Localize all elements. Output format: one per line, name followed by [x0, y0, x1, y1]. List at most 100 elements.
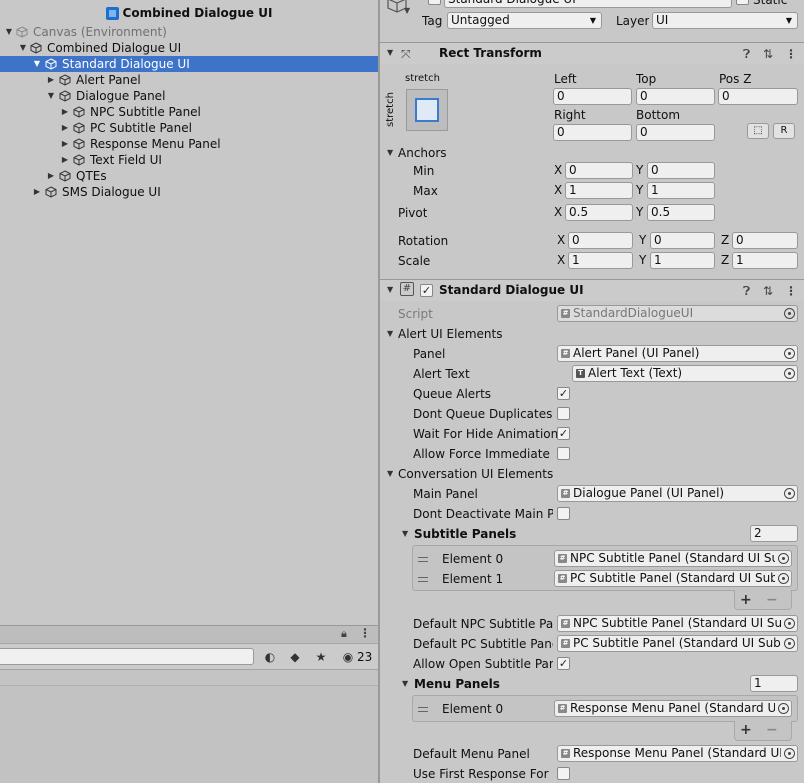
blueprint-mode-button[interactable]: ⬚ [747, 123, 769, 139]
collapse-arrow-icon[interactable]: ▶ [60, 136, 70, 152]
foldout-arrow-icon[interactable]: ▼ [387, 144, 393, 162]
dont-deactivate-main-panel-checkbox[interactable] [557, 507, 570, 520]
collapse-arrow-icon[interactable]: ▶ [46, 72, 56, 88]
help-icon[interactable]: ❓︎ [743, 46, 750, 62]
anchor-presets-button[interactable] [406, 89, 448, 131]
top-field[interactable]: 0 [636, 88, 715, 105]
expand-arrow-icon[interactable]: ▼ [46, 88, 56, 104]
layer-dropdown[interactable]: UI ▼ [652, 12, 798, 29]
allow-force-immediate-checkbox[interactable] [557, 447, 570, 460]
rect-transform-header[interactable]: ▼ ⤧ Rect Transform ❓︎ ⇅ ⋮ [380, 42, 804, 64]
tag-dropdown[interactable]: Untagged ▼ [447, 12, 602, 29]
tree-item-dialogue-panel[interactable]: ▼ Dialogue Panel [0, 88, 378, 104]
tree-item-text-field-ui[interactable]: ▶ Text Field UI [0, 152, 378, 168]
tree-item-standard-dialogue-ui[interactable]: ▼ Standard Dialogue UI [0, 56, 378, 72]
alert-panel-field[interactable]: # Alert Panel (UI Panel) [557, 345, 798, 362]
tree-item-canvas[interactable]: ▼ Canvas (Environment) [0, 24, 378, 40]
object-picker-icon[interactable] [784, 348, 795, 359]
collapse-arrow-icon[interactable]: ▶ [32, 184, 42, 200]
foldout-arrow-icon[interactable]: ▼ [402, 525, 408, 543]
foldout-arrow-icon[interactable]: ▼ [402, 675, 408, 693]
tree-item-npc-subtitle-panel[interactable]: ▶ NPC Subtitle Panel [0, 104, 378, 120]
hidden-eye-icon[interactable]: ◉ [340, 649, 356, 665]
static-checkbox[interactable] [736, 0, 749, 5]
presets-icon[interactable]: ⇅ [763, 283, 773, 299]
project-search-input[interactable] [0, 648, 254, 665]
foldout-arrow-icon[interactable]: ▼ [387, 44, 393, 62]
right-field[interactable]: 0 [553, 124, 632, 141]
object-picker-icon[interactable] [778, 573, 789, 584]
object-picker-icon[interactable] [778, 703, 789, 714]
kebab-menu-icon[interactable]: ⋮ [359, 626, 371, 640]
search-by-type-icon[interactable]: ◐ [262, 649, 278, 665]
collapse-arrow-icon[interactable]: ▶ [46, 168, 56, 184]
expand-arrow-icon[interactable]: ▼ [4, 24, 14, 40]
tree-item-alert-panel[interactable]: ▶ Alert Panel [0, 72, 378, 88]
default-npc-subtitle-panel-field[interactable]: # NPC Subtitle Panel (Standard UI Sub [557, 615, 798, 632]
default-pc-subtitle-panel-field[interactable]: # PC Subtitle Panel (Standard UI Subtit [557, 635, 798, 652]
anchor-max-x-field[interactable]: 1 [565, 182, 633, 199]
subtitle-element-1-field[interactable]: # PC Subtitle Panel (Standard UI Subti [554, 570, 792, 587]
drag-handle-icon[interactable] [418, 557, 428, 562]
tree-item-qtes[interactable]: ▶ QTEs [0, 168, 378, 184]
standard-dialogue-ui-header[interactable]: ▼ # ✓ Standard Dialogue UI ❓︎ ⇅ ⋮ [380, 279, 804, 301]
presets-icon[interactable]: ⇅ [763, 46, 773, 62]
tree-item-pc-subtitle-panel[interactable]: ▶ PC Subtitle Panel [0, 120, 378, 136]
lock-icon[interactable]: 🔒︎ [341, 627, 347, 641]
menu-panels-size-field[interactable]: 1 [750, 675, 798, 692]
allow-open-subtitle-panels-checkbox[interactable]: ✓ [557, 657, 570, 670]
add-element-button[interactable]: + [740, 592, 752, 608]
rotation-x-field[interactable]: 0 [568, 232, 633, 249]
kebab-menu-icon[interactable]: ⋮ [785, 46, 797, 62]
object-picker-icon[interactable] [784, 748, 795, 759]
component-enabled-checkbox[interactable]: ✓ [420, 284, 433, 297]
tree-item-response-menu-panel[interactable]: ▶ Response Menu Panel [0, 136, 378, 152]
add-element-button[interactable]: + [740, 722, 752, 738]
wait-for-hide-animation-checkbox[interactable]: ✓ [557, 427, 570, 440]
collapse-arrow-icon[interactable]: ▶ [60, 152, 70, 168]
remove-element-button[interactable]: − [766, 592, 778, 608]
anchor-min-y-field[interactable]: 0 [647, 162, 715, 179]
rotation-z-field[interactable]: 0 [732, 232, 798, 249]
foldout-arrow-icon[interactable]: ▼ [387, 281, 393, 299]
object-picker-icon[interactable] [784, 488, 795, 499]
remove-element-button[interactable]: − [766, 722, 778, 738]
subtitle-panels-size-field[interactable]: 2 [750, 525, 798, 542]
main-panel-field[interactable]: # Dialogue Panel (UI Panel) [557, 485, 798, 502]
raw-edit-button[interactable]: R [773, 123, 795, 139]
subtitle-element-0-field[interactable]: # NPC Subtitle Panel (Standard UI Sub [554, 550, 792, 567]
object-picker-icon[interactable] [784, 618, 795, 629]
scale-y-field[interactable]: 1 [650, 252, 715, 269]
use-first-response-checkbox[interactable] [557, 767, 570, 780]
object-picker-icon[interactable] [778, 553, 789, 564]
tree-item-sms-dialogue-ui[interactable]: ▶ SMS Dialogue UI [0, 184, 378, 200]
rotation-y-field[interactable]: 0 [650, 232, 715, 249]
icon-dropdown-caret[interactable]: ▼ [404, 6, 410, 15]
tree-item-combined-dialogue-ui[interactable]: ▼ Combined Dialogue UI [0, 40, 378, 56]
expand-arrow-icon[interactable]: ▼ [18, 40, 28, 56]
foldout-arrow-icon[interactable]: ▼ [387, 325, 393, 343]
scale-x-field[interactable]: 1 [568, 252, 633, 269]
help-icon[interactable]: ❓︎ [743, 283, 750, 299]
object-picker-icon[interactable] [784, 638, 795, 649]
foldout-arrow-icon[interactable]: ▼ [387, 465, 393, 483]
alert-text-field[interactable]: T Alert Text (Text) [572, 365, 798, 382]
dont-queue-duplicates-checkbox[interactable] [557, 407, 570, 420]
favorite-star-icon[interactable]: ★ [313, 649, 329, 665]
object-name-field[interactable]: Standard Dialogue UI [444, 0, 732, 8]
kebab-menu-icon[interactable]: ⋮ [785, 283, 797, 299]
queue-alerts-checkbox[interactable]: ✓ [557, 387, 570, 400]
scale-z-field[interactable]: 1 [732, 252, 798, 269]
collapse-arrow-icon[interactable]: ▶ [60, 104, 70, 120]
default-menu-panel-field[interactable]: # Response Menu Panel (Standard UI M [557, 745, 798, 762]
left-field[interactable]: 0 [553, 88, 632, 105]
menu-element-0-field[interactable]: # Response Menu Panel (Standard UI I [554, 700, 792, 717]
active-checkbox[interactable] [428, 0, 441, 5]
pivot-x-field[interactable]: 0.5 [565, 204, 633, 221]
search-by-label-icon[interactable]: ◆ [287, 649, 303, 665]
object-picker-icon[interactable] [784, 368, 795, 379]
expand-arrow-icon[interactable]: ▼ [32, 56, 42, 72]
pivot-y-field[interactable]: 0.5 [647, 204, 715, 221]
anchor-min-x-field[interactable]: 0 [565, 162, 633, 179]
posz-field[interactable]: 0 [718, 88, 798, 105]
